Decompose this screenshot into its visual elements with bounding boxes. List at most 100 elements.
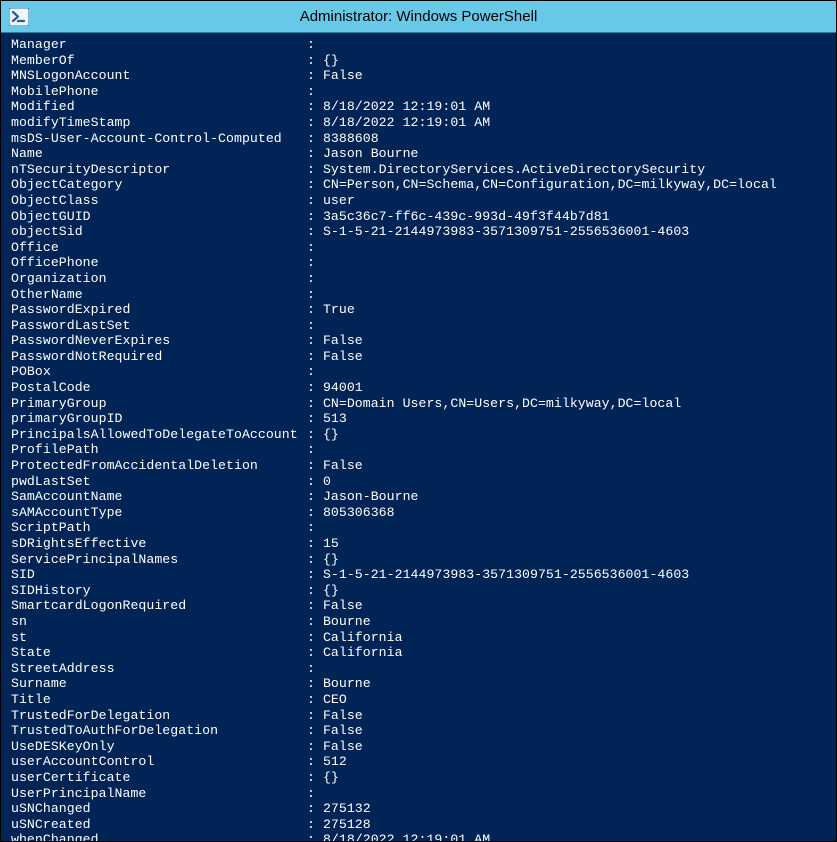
property-name: OtherName xyxy=(11,287,307,303)
property-name: PrincipalsAllowedToDelegateToAccount xyxy=(11,427,307,443)
output-row: ScriptPath: xyxy=(11,520,826,536)
property-name: PasswordExpired xyxy=(11,302,307,318)
property-name: PrimaryGroup xyxy=(11,396,307,412)
output-row: SIDHistory: {} xyxy=(11,583,826,599)
output-row: PrimaryGroup: CN=Domain Users,CN=Users,D… xyxy=(11,396,826,412)
property-separator: : xyxy=(307,364,323,380)
property-value: System.DirectoryServices.ActiveDirectory… xyxy=(323,162,705,178)
property-name: sn xyxy=(11,614,307,630)
property-value: {} xyxy=(323,583,339,599)
property-separator: : xyxy=(307,411,323,427)
property-separator: : xyxy=(307,723,323,739)
output-row: Title: CEO xyxy=(11,692,826,708)
property-separator: : xyxy=(307,209,323,225)
property-separator: : xyxy=(307,692,323,708)
property-separator: : xyxy=(307,676,323,692)
property-value: 805306368 xyxy=(323,505,395,521)
output-row: OtherName: xyxy=(11,287,826,303)
property-name: SIDHistory xyxy=(11,583,307,599)
output-row: TrustedToAuthForDelegation: False xyxy=(11,723,826,739)
property-name: MobilePhone xyxy=(11,84,307,100)
output-row: sDRightsEffective: 15 xyxy=(11,536,826,552)
property-separator: : xyxy=(307,396,323,412)
property-name: ProfilePath xyxy=(11,442,307,458)
property-separator: : xyxy=(307,786,323,802)
property-value: S-1-5-21-2144973983-3571309751-255653600… xyxy=(323,224,689,240)
property-separator: : xyxy=(307,614,323,630)
property-value: False xyxy=(323,708,363,724)
property-value: True xyxy=(323,302,355,318)
property-separator: : xyxy=(307,630,323,646)
property-separator: : xyxy=(307,474,323,490)
property-separator: : xyxy=(307,271,323,287)
output-row: TrustedForDelegation: False xyxy=(11,708,826,724)
property-value: California xyxy=(323,630,403,646)
property-name: MNSLogonAccount xyxy=(11,68,307,84)
property-name: modifyTimeStamp xyxy=(11,115,307,131)
property-name: TrustedToAuthForDelegation xyxy=(11,723,307,739)
property-name: SID xyxy=(11,567,307,583)
output-row: MemberOf: {} xyxy=(11,53,826,69)
property-separator: : xyxy=(307,287,323,303)
property-value: Bourne xyxy=(323,676,371,692)
property-name: SamAccountName xyxy=(11,489,307,505)
output-row: OfficePhone: xyxy=(11,255,826,271)
terminal-output[interactable]: Manager: MemberOf: {}MNSLogonAccount: Fa… xyxy=(1,33,836,841)
output-row: uSNCreated: 275128 xyxy=(11,817,826,833)
property-value: 275128 xyxy=(323,817,371,833)
property-value: 8/18/2022 12:19:01 AM xyxy=(323,115,490,131)
property-value: {} xyxy=(323,53,339,69)
property-separator: : xyxy=(307,255,323,271)
output-row: SID: S-1-5-21-2144973983-3571309751-2556… xyxy=(11,567,826,583)
output-row: Office: xyxy=(11,240,826,256)
property-separator: : xyxy=(307,754,323,770)
property-value: 3a5c36c7-ff6c-439c-993d-49f3f44b7d81 xyxy=(323,209,610,225)
output-row: Manager: xyxy=(11,37,826,53)
property-separator: : xyxy=(307,645,323,661)
property-name: POBox xyxy=(11,364,307,380)
property-value: CN=Person,CN=Schema,CN=Configuration,DC=… xyxy=(323,177,777,193)
property-separator: : xyxy=(307,240,323,256)
property-separator: : xyxy=(307,68,323,84)
property-separator: : xyxy=(307,505,323,521)
property-separator: : xyxy=(307,193,323,209)
property-value: False xyxy=(323,68,363,84)
property-separator: : xyxy=(307,131,323,147)
property-name: pwdLastSet xyxy=(11,474,307,490)
property-separator: : xyxy=(307,333,323,349)
property-separator: : xyxy=(307,37,323,53)
property-separator: : xyxy=(307,536,323,552)
output-row: msDS-User-Account-Control-Computed: 8388… xyxy=(11,131,826,147)
output-row: pwdLastSet: 0 xyxy=(11,474,826,490)
property-value: 0 xyxy=(323,474,331,490)
property-name: sDRightsEffective xyxy=(11,536,307,552)
output-row: sAMAccountType: 805306368 xyxy=(11,505,826,521)
output-row: ObjectGUID: 3a5c36c7-ff6c-439c-993d-49f3… xyxy=(11,209,826,225)
output-row: uSNChanged: 275132 xyxy=(11,801,826,817)
property-name: uSNChanged xyxy=(11,801,307,817)
property-separator: : xyxy=(307,583,323,599)
property-name: State xyxy=(11,645,307,661)
property-separator: : xyxy=(307,770,323,786)
property-value: CEO xyxy=(323,692,347,708)
property-separator: : xyxy=(307,567,323,583)
property-value: user xyxy=(323,193,355,209)
property-value: 8/18/2022 12:19:01 AM xyxy=(323,832,490,841)
property-name: whenChanged xyxy=(11,832,307,841)
output-row: st: California xyxy=(11,630,826,646)
output-row: ProfilePath: xyxy=(11,442,826,458)
titlebar[interactable]: Administrator: Windows PowerShell xyxy=(1,1,836,33)
property-value: False xyxy=(323,598,363,614)
property-separator: : xyxy=(307,146,323,162)
output-row: PasswordNotRequired: False xyxy=(11,349,826,365)
property-value: False xyxy=(323,723,363,739)
output-row: objectSid: S-1-5-21-2144973983-357130975… xyxy=(11,224,826,240)
output-row: Modified: 8/18/2022 12:19:01 AM xyxy=(11,99,826,115)
property-value: 513 xyxy=(323,411,347,427)
property-name: PostalCode xyxy=(11,380,307,396)
property-name: PasswordNeverExpires xyxy=(11,333,307,349)
property-separator: : xyxy=(307,84,323,100)
property-name: UseDESKeyOnly xyxy=(11,739,307,755)
property-value: False xyxy=(323,458,363,474)
output-row: PasswordExpired: True xyxy=(11,302,826,318)
